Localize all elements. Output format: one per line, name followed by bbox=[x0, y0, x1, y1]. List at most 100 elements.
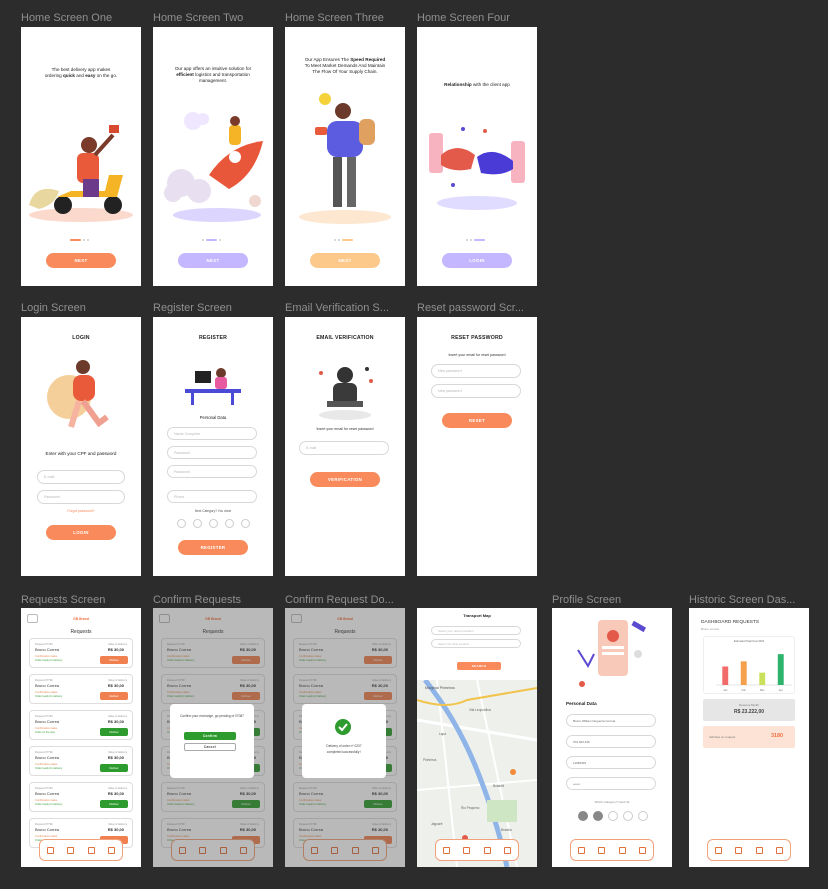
deliver-button[interactable]: Deliver bbox=[100, 800, 128, 808]
request-card[interactable]: Request 07799Bruno Correa Confirmation st… bbox=[29, 710, 133, 740]
register-screen[interactable]: REGISTER Personal Data Name Complete Pas… bbox=[153, 317, 273, 576]
status-label: Confirmation status bbox=[35, 763, 58, 766]
request-number: Request 07799 bbox=[35, 715, 53, 718]
login-button[interactable]: LOGIN bbox=[46, 525, 116, 540]
success-modal: Delivery of order nº 0237 completed succe… bbox=[302, 704, 386, 778]
search-button[interactable]: SEARCH bbox=[457, 662, 501, 670]
reset-button[interactable]: RESET bbox=[442, 413, 512, 428]
confirm-password-field[interactable]: Password bbox=[167, 465, 257, 478]
cancel-button[interactable]: Cancel bbox=[184, 743, 236, 751]
category-option[interactable] bbox=[623, 811, 633, 821]
frame-label-reset: Reset password Scr... bbox=[417, 302, 524, 314]
category-option-selected[interactable] bbox=[578, 811, 588, 821]
email-field[interactable]: E-mail bbox=[299, 441, 389, 455]
truck-icon[interactable] bbox=[442, 846, 450, 854]
next-button[interactable]: NEXT bbox=[310, 253, 380, 268]
truck-icon[interactable] bbox=[714, 846, 722, 854]
login-screen[interactable]: LOGIN Enter with your CPF and password E… bbox=[21, 317, 141, 576]
chart-icon[interactable] bbox=[463, 846, 471, 854]
profile-screen[interactable]: Personal Data Bruno William Nogueira Cor… bbox=[552, 608, 672, 867]
price-value: R$ 30,00 bbox=[107, 647, 124, 652]
document-field[interactable]: 079.023.425 bbox=[566, 735, 656, 748]
category-label: Next Category? You done bbox=[194, 509, 232, 513]
phone-field[interactable]: 11982345 bbox=[566, 756, 656, 769]
list-icon[interactable] bbox=[87, 846, 95, 854]
category-option[interactable] bbox=[193, 519, 202, 528]
password-field[interactable]: Password bbox=[37, 490, 125, 504]
requests-screen[interactable]: GB Brand Requests Request 07799 Bruno Corre… bbox=[21, 608, 141, 867]
request-card[interactable]: Request 07799Bruno Correa Confirmation st… bbox=[29, 638, 133, 668]
map-place: Vila Leopoldina bbox=[469, 708, 491, 712]
frame-label-confirm: Confirm Requests bbox=[153, 594, 242, 606]
user-icon[interactable] bbox=[776, 846, 784, 854]
new-password-field[interactable]: New password bbox=[431, 364, 521, 378]
chart-icon[interactable] bbox=[598, 846, 606, 854]
transport-map-screen[interactable]: Transport Map Select your pickup locatio… bbox=[417, 608, 537, 867]
confirm-password-field[interactable]: New password bbox=[431, 384, 521, 398]
deliver-button[interactable]: Deliver bbox=[100, 692, 128, 700]
historic-dashboard-screen[interactable]: DASHBOARD REQUESTS Bruno correia Estimat… bbox=[689, 608, 809, 867]
password-field[interactable]: ••••••• bbox=[566, 777, 656, 790]
courier-illustration bbox=[299, 93, 391, 224]
list-icon[interactable] bbox=[618, 846, 626, 854]
login-button[interactable]: LOGIN bbox=[442, 253, 512, 268]
orders-value: 3180 bbox=[771, 733, 783, 739]
request-card[interactable]: Request 07799Bruno Correa Confirmation st… bbox=[29, 674, 133, 704]
home-screen-one[interactable]: The best delivery app makes ordering qui… bbox=[21, 27, 141, 286]
drop-field[interactable]: Select the drop location bbox=[431, 639, 521, 648]
user-icon[interactable] bbox=[108, 846, 116, 854]
category-option[interactable] bbox=[209, 519, 218, 528]
confirm-request-done-screen[interactable]: GB Brand Requests Request 07799 Bruno Corre… bbox=[285, 608, 405, 867]
email-field[interactable]: E-mail bbox=[37, 470, 125, 484]
map-place: Marginal Pinheiros bbox=[425, 686, 455, 690]
list-icon[interactable] bbox=[755, 846, 763, 854]
category-option[interactable] bbox=[225, 519, 234, 528]
next-button[interactable]: NEXT bbox=[46, 253, 116, 268]
rocket-illustration bbox=[164, 112, 263, 222]
profile-illustration bbox=[577, 620, 647, 687]
status-value: Order ready for delivery bbox=[35, 695, 63, 698]
category-option[interactable] bbox=[177, 519, 186, 528]
forgot-password-link[interactable]: Forgot password? bbox=[21, 509, 141, 513]
page-title: LOGIN bbox=[72, 335, 90, 341]
verification-button[interactable]: VERIFICATION bbox=[310, 472, 380, 487]
user-icon[interactable] bbox=[504, 846, 512, 854]
home-screen-four[interactable]: Relationship with the client app LOGIN bbox=[417, 27, 537, 286]
list-icon[interactable] bbox=[483, 846, 491, 854]
category-option[interactable] bbox=[608, 811, 618, 821]
page-title: EMAIL VERIFICATION bbox=[316, 335, 374, 341]
reset-password-screen[interactable]: RESET PASSWORD Insert your email for res… bbox=[417, 317, 537, 576]
chart-icon[interactable] bbox=[735, 846, 743, 854]
next-button[interactable]: NEXT bbox=[178, 253, 248, 268]
user-icon[interactable] bbox=[639, 846, 647, 854]
category-option[interactable] bbox=[638, 811, 648, 821]
deliver-button[interactable]: Deliver bbox=[100, 728, 128, 736]
register-button[interactable]: REGISTER bbox=[178, 540, 248, 555]
home-screen-two[interactable]: Our app offers an intuitive solution for… bbox=[153, 27, 273, 286]
chart-icon[interactable] bbox=[67, 846, 75, 854]
password-field[interactable]: Password bbox=[167, 446, 257, 459]
frame-label-login: Login Screen bbox=[21, 302, 86, 314]
pickup-field[interactable]: Select your pickup location bbox=[431, 626, 521, 635]
deliver-button[interactable]: Deliver bbox=[100, 656, 128, 664]
status-label: Confirmation status bbox=[35, 727, 58, 730]
deliver-button[interactable]: Deliver bbox=[100, 764, 128, 772]
name-field[interactable]: Name Complete bbox=[167, 427, 257, 440]
category-option-selected[interactable] bbox=[593, 811, 603, 821]
confirm-question: Confirm your exchange, go pending of 070… bbox=[180, 714, 244, 718]
confirm-requests-screen[interactable]: GB Brand Requests Request 07799 Bruno Corre… bbox=[153, 608, 273, 867]
truck-icon[interactable] bbox=[46, 846, 54, 854]
email-verification-screen[interactable]: EMAIL VERIFICATION Insert your email for… bbox=[285, 317, 405, 576]
confirm-button[interactable]: Confirm bbox=[184, 732, 236, 740]
price-value: R$ 30,00 bbox=[107, 827, 124, 832]
request-card[interactable]: Request 07799Bruno Correa Confirmation st… bbox=[29, 782, 133, 812]
price-value: R$ 30,00 bbox=[107, 719, 124, 724]
name-field[interactable]: Bruno William Nogueira Correia bbox=[566, 714, 656, 727]
truck-icon[interactable] bbox=[577, 846, 585, 854]
phone-field[interactable]: Phone bbox=[167, 490, 257, 503]
category-option[interactable] bbox=[241, 519, 250, 528]
home-screen-three[interactable]: Our App Ensures The Speed Required To Me… bbox=[285, 27, 405, 286]
request-number: Request 07799 bbox=[35, 787, 53, 790]
laptop-illustration bbox=[319, 367, 373, 420]
request-card[interactable]: Request 07799Bruno Correa Confirmation st… bbox=[29, 746, 133, 776]
